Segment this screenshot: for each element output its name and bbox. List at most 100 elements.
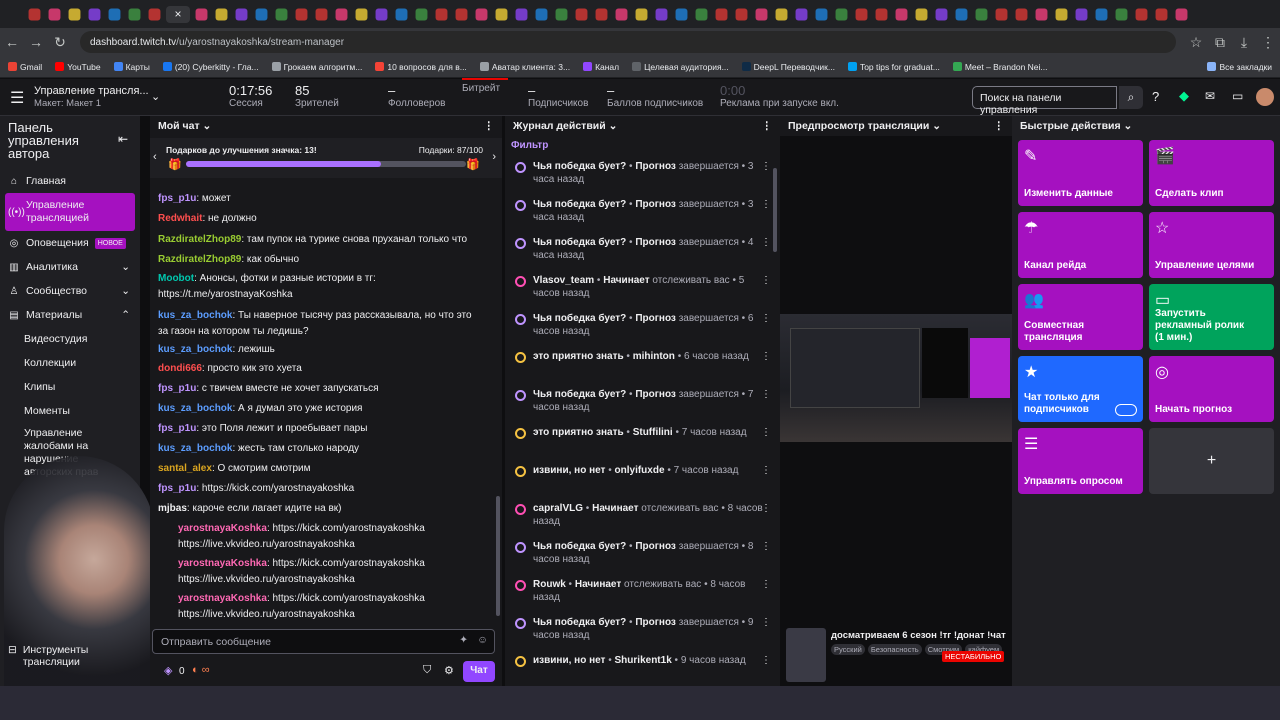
browser-tab[interactable] <box>1055 8 1068 20</box>
browser-tab[interactable] <box>148 8 161 20</box>
video-player[interactable] <box>780 314 1012 442</box>
sidebar-subitem[interactable]: Моменты <box>0 399 140 423</box>
browser-tab[interactable] <box>128 8 141 20</box>
browser-tab[interactable] <box>555 8 568 20</box>
browser-tab[interactable] <box>88 8 101 20</box>
chat-username[interactable]: santal_alex <box>158 463 212 474</box>
download-icon[interactable]: ⤓ <box>1232 34 1256 51</box>
chat-username[interactable]: RazdiratelZhop89 <box>158 254 241 265</box>
quick-action-tile[interactable]: ☆ Управление целями <box>1149 212 1274 278</box>
extensions-icon[interactable]: ⧉ <box>1208 34 1232 51</box>
more-icon[interactable]: ⋮ <box>761 312 771 325</box>
chevron-down-icon[interactable]: ⌄ <box>121 261 130 273</box>
more-icon[interactable]: ⋮ <box>761 616 771 629</box>
browser-tab[interactable] <box>335 8 348 20</box>
chat-input[interactable]: Отправить сообщение ☺ ✦ <box>152 629 495 654</box>
browser-tab[interactable] <box>375 8 388 20</box>
bookmark-item[interactable]: Грокаем алгоритм... <box>271 61 362 72</box>
browser-tab[interactable] <box>755 8 768 20</box>
browser-tab[interactable] <box>435 8 448 20</box>
chevron-down-icon[interactable]: ⌄ <box>1124 120 1133 132</box>
browser-tab[interactable] <box>495 8 508 20</box>
chat-username[interactable]: fps_p1u <box>158 193 196 204</box>
collapse-sidebar-icon[interactable]: ⇤ <box>118 132 128 146</box>
bits-icon[interactable]: ✦ <box>459 634 468 646</box>
chevron-left-icon[interactable]: ‹ <box>153 151 157 163</box>
quick-action-tile[interactable]: ✎ Изменить данные <box>1018 140 1143 206</box>
quick-action-tile[interactable]: ☂ Канал рейда <box>1018 212 1143 278</box>
chat-username[interactable]: dondi666 <box>158 363 202 374</box>
bookmark-item[interactable]: Gmail <box>8 61 42 72</box>
chat-send-button[interactable]: Чат <box>463 661 495 682</box>
browser-tab[interactable] <box>935 8 948 20</box>
chevron-down-icon[interactable]: ⌄ <box>609 120 618 132</box>
sidebar-item-2[interactable]: ◎ Оповещения НОВОЕ <box>0 231 140 255</box>
browser-tab[interactable] <box>295 8 308 20</box>
bookmark-item[interactable]: 10 вопросов для в... <box>375 61 467 72</box>
browser-tab[interactable] <box>28 8 41 20</box>
settings-icon[interactable]: ⚙ <box>444 664 454 677</box>
browser-tab[interactable] <box>795 8 808 20</box>
activity-item[interactable]: Чья победка бует? • Прогноз завершается … <box>513 388 771 414</box>
quick-action-tile[interactable]: 🎬 Сделать клип <box>1149 140 1274 206</box>
sidebar-item-3[interactable]: ▥ Аналитика ⌄ <box>0 255 140 279</box>
quick-action-tile[interactable]: ☰ Управлять опросом <box>1018 428 1143 494</box>
activity-item[interactable]: извини, но нет • Shurikent1k • 9 часов н… <box>513 654 771 667</box>
browser-tab[interactable] <box>675 8 688 20</box>
menu-icon[interactable]: ⋮ <box>1256 34 1280 51</box>
quick-action-tile[interactable]: ★ Чат только для подписчиков <box>1018 356 1143 422</box>
whisper-icon[interactable]: ▭ <box>1232 89 1243 103</box>
search-button[interactable]: ⌕ <box>1119 86 1143 109</box>
browser-tab[interactable] <box>68 8 81 20</box>
browser-tab[interactable] <box>955 8 968 20</box>
browser-tab[interactable] <box>215 8 228 20</box>
back-icon[interactable]: ← <box>0 34 24 50</box>
chat-username[interactable]: kus_za_bochok <box>158 403 232 414</box>
toggle-switch[interactable] <box>1115 404 1137 416</box>
browser-tab[interactable] <box>655 8 668 20</box>
chevron-down-icon[interactable]: ⌄ <box>151 90 160 103</box>
browser-tab[interactable] <box>995 8 1008 20</box>
chat-username[interactable]: fps_p1u <box>158 483 196 494</box>
prime-icon[interactable]: ◐ ∞ <box>192 664 210 676</box>
dashboard-search-input[interactable]: Поиск на панели управления <box>972 86 1117 116</box>
bookmark-item[interactable]: YouTube <box>55 61 101 72</box>
url-field[interactable]: dashboard.twitch.tv/u/yarostnayakoshka/s… <box>80 31 1176 53</box>
browser-tab[interactable] <box>775 8 788 20</box>
sidebar-subitem[interactable]: Видеостудия <box>0 327 140 351</box>
browser-tab[interactable] <box>108 8 121 20</box>
more-icon[interactable]: ⋮ <box>994 120 1005 132</box>
browser-tab[interactable] <box>475 8 488 20</box>
stream-tag[interactable]: Русский <box>831 644 865 655</box>
browser-tab[interactable] <box>615 8 628 20</box>
browser-tab[interactable] <box>455 8 468 20</box>
activity-item[interactable]: Чья победка бует? • Прогноз завершается … <box>513 540 771 566</box>
browser-tab[interactable] <box>1135 8 1148 20</box>
chevron-right-icon[interactable]: › <box>492 151 496 163</box>
browser-tab[interactable] <box>1115 8 1128 20</box>
bookmark-item[interactable]: (20) Cyberkitty - Гла... <box>162 61 259 72</box>
more-icon[interactable]: ⋮ <box>761 160 771 173</box>
chat-username[interactable]: kus_za_bochok <box>158 443 232 454</box>
sidebar-item-1[interactable]: ((•)) Управление трансляцией <box>5 193 135 231</box>
shield-icon[interactable]: ⛉ <box>423 664 431 677</box>
channel-points-icon[interactable]: ◈ <box>164 664 172 677</box>
more-icon[interactable]: ⋮ <box>761 464 771 477</box>
more-icon[interactable]: ⋮ <box>761 578 771 591</box>
browser-tab[interactable] <box>1035 8 1048 20</box>
avatar[interactable] <box>1256 88 1274 106</box>
activity-item[interactable]: capralVLG • Начинает отслеживать вас • 8… <box>513 502 771 528</box>
chat-username[interactable]: Moobot <box>158 273 194 284</box>
chat-username[interactable]: RazdiratelZhop89 <box>158 234 241 245</box>
browser-tab[interactable] <box>915 8 928 20</box>
browser-tab[interactable] <box>875 8 888 20</box>
activity-item[interactable]: это приятно знать • mihinton • 6 часов н… <box>513 350 771 363</box>
chat-username[interactable]: kus_za_bochok <box>158 310 232 321</box>
browser-tab[interactable] <box>855 8 868 20</box>
more-icon[interactable]: ⋮ <box>761 236 771 249</box>
activity-item[interactable]: Vlasov_team • Начинает отслеживать вас •… <box>513 274 771 300</box>
browser-tab[interactable] <box>235 8 248 20</box>
bookmark-item[interactable]: Аватар клиента: 3... <box>479 61 570 72</box>
browser-tab[interactable] <box>1155 8 1168 20</box>
quick-action-tile[interactable]: + <box>1149 428 1274 494</box>
